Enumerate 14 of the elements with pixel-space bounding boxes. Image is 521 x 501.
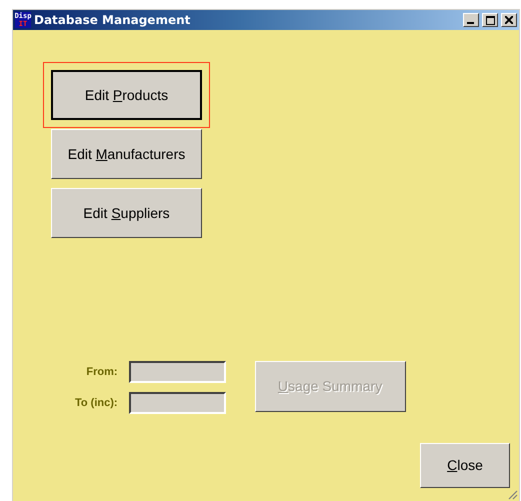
date-field[interactable] xyxy=(128,361,226,383)
maximize-icon xyxy=(486,16,494,24)
minimize-button[interactable] xyxy=(463,13,479,27)
date-field[interactable] xyxy=(128,392,226,414)
field-label: From: xyxy=(85,366,118,378)
edit-button[interactable]: Edit Suppliers xyxy=(51,188,202,238)
field-label: To (inc): xyxy=(75,397,118,409)
close-window-button[interactable] xyxy=(501,13,517,27)
maximize-button[interactable] xyxy=(482,13,498,27)
close-icon xyxy=(505,16,513,24)
window-title: Database Management xyxy=(34,13,192,27)
close-button[interactable]: Close xyxy=(420,443,510,488)
edit-button[interactable]: Edit Manufacturers xyxy=(51,129,202,179)
resize-grip-icon xyxy=(508,490,518,500)
